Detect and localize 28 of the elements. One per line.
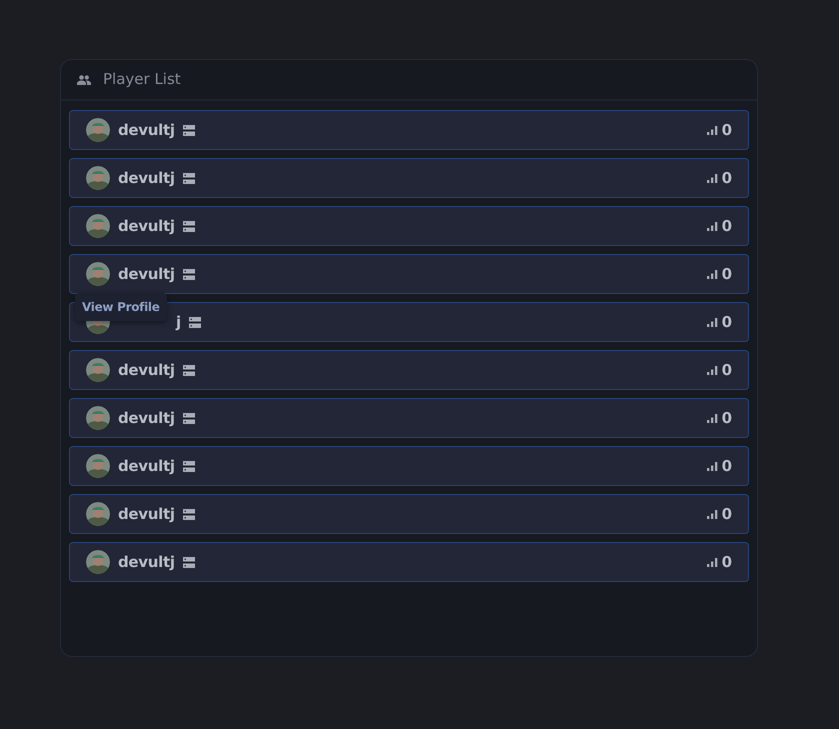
- ping-value: 0: [722, 408, 732, 429]
- ping-value: 0: [722, 120, 732, 141]
- ping-value: 0: [722, 216, 732, 237]
- panel-title: Player List: [103, 69, 181, 90]
- ping-value: 0: [722, 264, 732, 285]
- ping-value: 0: [722, 168, 732, 189]
- player-row[interactable]: devultj 0: [69, 542, 749, 582]
- ping-value: 0: [722, 504, 732, 525]
- player-name: devultj: [118, 216, 175, 237]
- player-name: devultj: [118, 168, 175, 189]
- ping-value: 0: [722, 552, 732, 573]
- player-name: devultj: [118, 552, 175, 573]
- player-row[interactable]: devultj 0: [69, 398, 749, 438]
- player-row[interactable]: devultj 0: [69, 494, 749, 534]
- player-row[interactable]: devultj 0: [69, 206, 749, 246]
- player-name: devultj: [118, 408, 175, 429]
- player-row[interactable]: devultj 0: [69, 158, 749, 198]
- player-name: devultj: [118, 120, 175, 141]
- player-row[interactable]: devultj 0: [69, 110, 749, 150]
- player-name: devultj: [118, 504, 175, 525]
- player-name: devultj: [118, 360, 175, 381]
- player-row[interactable]: devultj 0: [69, 446, 749, 486]
- player-name: devultj: [118, 264, 175, 285]
- tooltip: View Profile: [75, 293, 167, 321]
- ping-value: 0: [722, 456, 732, 477]
- player-row[interactable]: devultj 0: [69, 350, 749, 390]
- player-name: devultj: [118, 456, 175, 477]
- ping-value: 0: [722, 360, 732, 381]
